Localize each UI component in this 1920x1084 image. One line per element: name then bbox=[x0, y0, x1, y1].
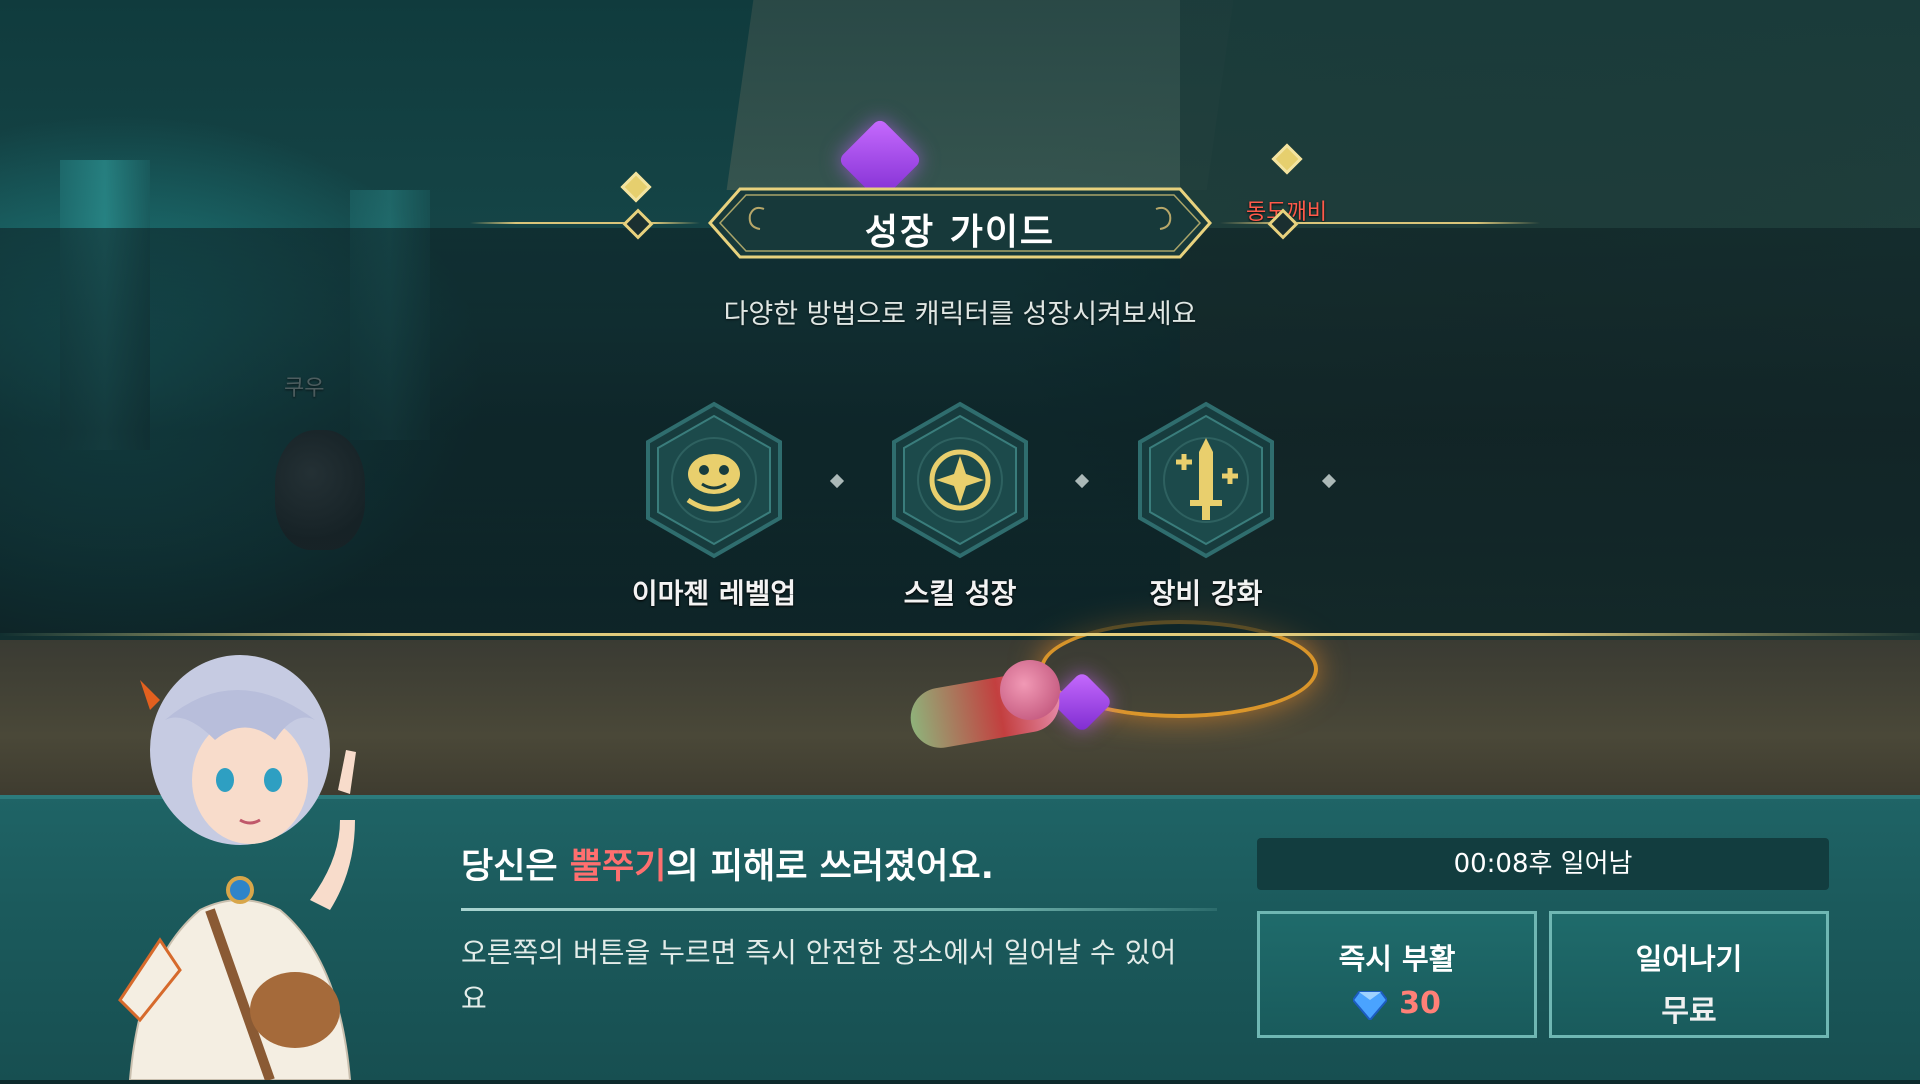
guide-item-imagen-levelup[interactable]: 이마젠 레벨업 bbox=[604, 400, 824, 612]
imagen-face-icon[interactable] bbox=[642, 400, 786, 560]
guide-title-plate: 성장 가이드 bbox=[690, 185, 1230, 261]
get-up-cost: 무료 bbox=[1661, 994, 1717, 1029]
guide-title: 성장 가이드 bbox=[864, 212, 1056, 253]
guide-subtitle: 다양한 방법으로 캐릭터를 성장시켜보세요 bbox=[723, 299, 1197, 330]
guide-top-line bbox=[470, 222, 700, 224]
skill-compass-icon[interactable] bbox=[888, 400, 1032, 560]
attacker-name: 뿔쭈기 bbox=[569, 847, 667, 887]
instant-revive-label: 즉시 부활 bbox=[1338, 942, 1456, 976]
revive-cost: 30 bbox=[1260, 986, 1534, 1021]
guide-bottom-line bbox=[0, 633, 1920, 636]
guide-item-label: 장비 강화 bbox=[1149, 577, 1263, 610]
instant-revive-button[interactable]: 즉시 부활 30 bbox=[1257, 911, 1537, 1038]
death-message-title: 당신은 뿔쭈기의 피해로 쓰러졌어요. bbox=[461, 838, 994, 889]
get-up-label: 일어나기 bbox=[1635, 942, 1743, 976]
message-divider bbox=[461, 908, 1217, 911]
scene-roof bbox=[726, 0, 1234, 190]
get-up-button[interactable]: 일어나기 무료 bbox=[1549, 911, 1829, 1038]
guide-item-skill-growth[interactable]: 스킬 성장 bbox=[850, 400, 1070, 612]
blue-gem-icon bbox=[1353, 990, 1388, 1020]
death-suffix: 의 피해로 쓰러졌어요. bbox=[666, 847, 994, 887]
revive-cost-value: 30 bbox=[1399, 986, 1441, 1021]
death-prefix: 당신은 bbox=[461, 847, 570, 887]
guide-item-equipment-enhance[interactable]: 장비 강화 bbox=[1096, 400, 1316, 612]
player-character-fallen bbox=[870, 660, 1070, 770]
guide-item-label: 스킬 성장 bbox=[903, 577, 1017, 610]
auto-revive-timer: 00:08후 일어남 bbox=[1257, 838, 1829, 890]
sword-upgrade-icon[interactable] bbox=[1134, 400, 1278, 560]
death-message-body: 오른쪽의 버튼을 누르면 즉시 안전한 장소에서 일어날 수 있어요 bbox=[461, 936, 1177, 1015]
guide-item-label: 이마젠 레벨업 bbox=[631, 577, 797, 610]
guide-npc-portrait bbox=[90, 640, 450, 1082]
